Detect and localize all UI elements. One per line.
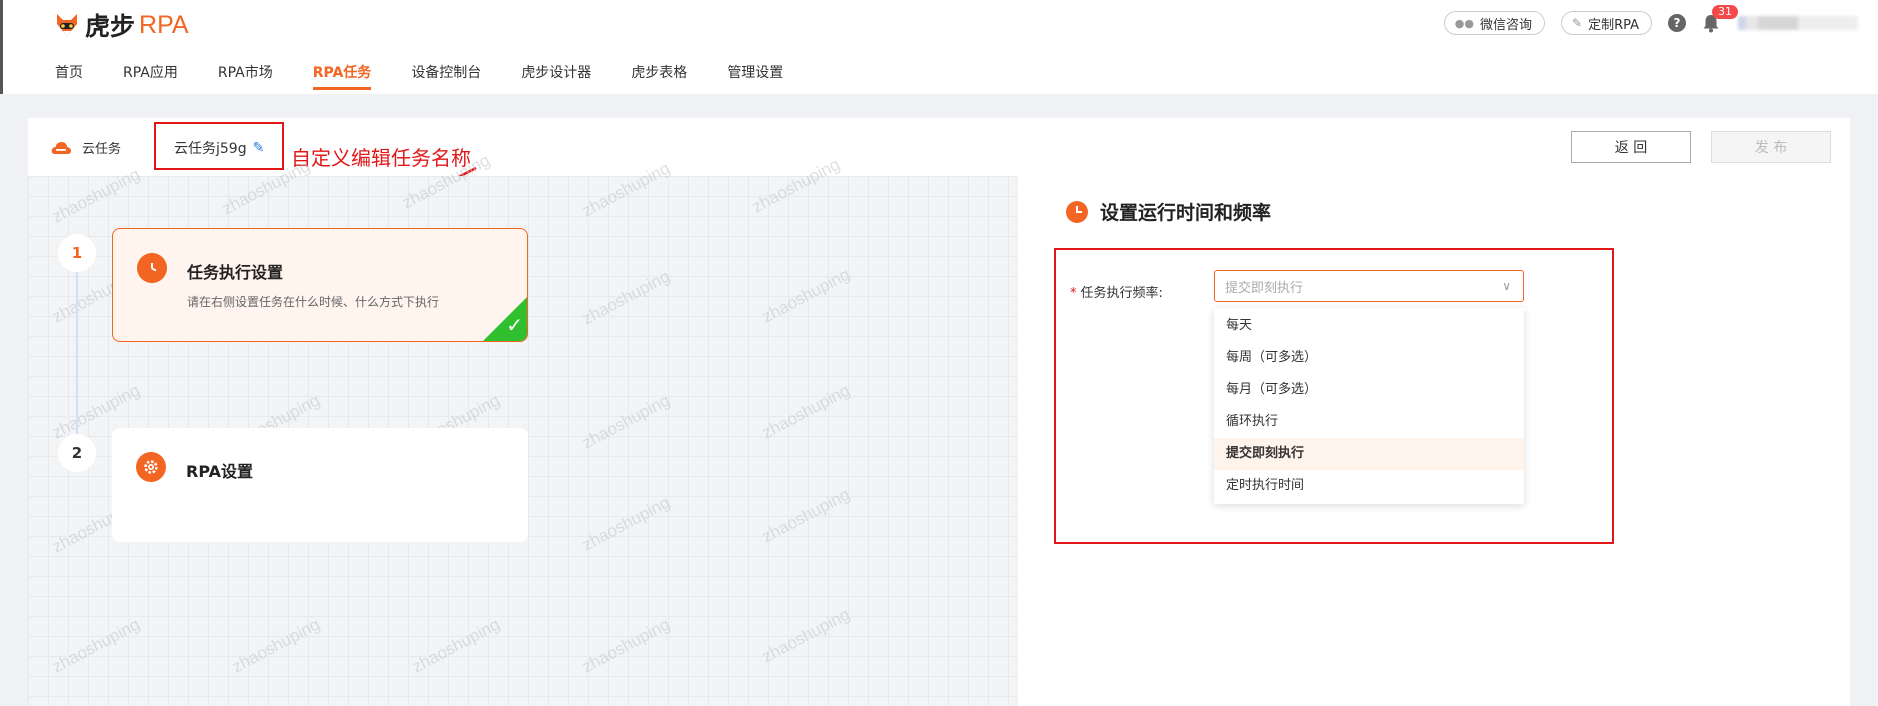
top-right-actions: ●● 微信咨询 ✎ 定制RPA ? 31 — [1443, 5, 1858, 36]
step-title: RPA设置 — [186, 462, 253, 481]
watermark-text: zhaoshuping — [48, 614, 144, 677]
app-logo[interactable]: 虎步 RPA — [53, 8, 189, 42]
frequency-select[interactable]: 提交即刻执行 ∨ — [1214, 270, 1524, 302]
nav-item-spreadsheet[interactable]: 虎步表格 — [631, 58, 687, 92]
checkmark-icon: ✓ — [506, 313, 523, 337]
publish-button[interactable]: 发 布 — [1711, 131, 1831, 163]
step-card-task-execution[interactable]: 任务执行设置 请在右侧设置任务在什么时候、什么方式下执行 ✓ — [112, 228, 528, 342]
nav-item-designer[interactable]: 虎步设计器 — [521, 58, 591, 92]
workflow-canvas: zhaoshuping zhaoshuping zhaoshuping zhao… — [28, 151, 1018, 706]
watermark-text: zhaoshuping — [578, 390, 674, 453]
step-description: 请在右侧设置任务在什么时候、什么方式下执行 — [187, 295, 440, 309]
frequency-select-placeholder: 提交即刻执行 — [1225, 280, 1304, 296]
nav-item-rpa-market[interactable]: RPA市场 — [218, 58, 273, 92]
return-button[interactable]: 返 回 — [1571, 131, 1691, 163]
clock-icon — [137, 253, 167, 283]
logo-text-en: RPA — [139, 10, 189, 39]
frequency-label: * 任务执行频率: — [1070, 282, 1163, 301]
top-bar: 虎步 RPA 首页 RPA应用 RPA市场 RPA任务 设备控制台 虎步设计器 … — [0, 0, 1878, 94]
notification-badge: 31 — [1712, 5, 1738, 19]
required-mark: * — [1070, 286, 1077, 301]
wechat-icon: ●● — [1454, 16, 1474, 30]
chevron-down-icon: ∨ — [1502, 279, 1511, 293]
settings-panel: 设置运行时间和频率 * 任务执行频率: 提交即刻执行 ∨ 每天 每周（可多选） 每… — [1018, 176, 1850, 706]
step-card-rpa-settings[interactable]: RPA设置 — [112, 428, 528, 542]
watermark-text: zhaoshuping — [408, 614, 504, 677]
logo-text-cn: 虎步 — [85, 12, 136, 41]
clock-icon — [1066, 200, 1088, 223]
nav-item-device-console[interactable]: 设备控制台 — [411, 58, 481, 92]
panel-title-text: 设置运行时间和频率 — [1100, 202, 1272, 224]
watermark-text: zhaoshuping — [758, 484, 854, 547]
option-monthly[interactable]: 每月（可多选） — [1214, 374, 1524, 406]
watermark-text: zhaoshuping — [228, 614, 324, 677]
frequency-label-text: 任务执行频率: — [1080, 286, 1163, 301]
option-weekly[interactable]: 每周（可多选） — [1214, 342, 1524, 374]
step-number-1: 1 — [58, 234, 96, 272]
watermark-text: zhaoshuping — [758, 380, 854, 443]
notification-bell-button[interactable]: 31 — [1702, 5, 1738, 33]
watermark-text: zhaoshuping — [758, 604, 854, 667]
option-immediate[interactable]: 提交即刻执行 — [1214, 438, 1524, 470]
option-daily[interactable]: 每天 — [1214, 310, 1524, 342]
nav-item-home[interactable]: 首页 — [55, 58, 83, 92]
frequency-dropdown: 每天 每周（可多选） 每月（可多选） 循环执行 提交即刻执行 定时执行时间 — [1214, 308, 1524, 504]
custom-rpa-button[interactable]: ✎ 定制RPA — [1561, 11, 1652, 35]
nav-item-rpa-tasks[interactable]: RPA任务 — [312, 58, 371, 92]
option-loop[interactable]: 循环执行 — [1214, 406, 1524, 438]
watermark-text: zhaoshuping — [758, 264, 854, 327]
step-title: 任务执行设置 — [187, 263, 284, 282]
watermark-text: zhaoshuping — [578, 614, 674, 677]
step-number-2: 2 — [58, 434, 96, 472]
wechat-consult-label: 微信咨询 — [1479, 17, 1532, 33]
edit-doc-icon: ✎ — [1572, 16, 1583, 30]
wechat-consult-button[interactable]: ●● 微信咨询 — [1443, 11, 1545, 35]
watermark-text: zhaoshuping — [578, 492, 674, 555]
tiger-logo-icon — [53, 10, 81, 40]
nav-item-rpa-apps[interactable]: RPA应用 — [123, 58, 178, 92]
user-profile-blurred[interactable] — [1738, 16, 1858, 30]
custom-rpa-label: 定制RPA — [1588, 17, 1639, 33]
nav-item-admin-settings[interactable]: 管理设置 — [727, 58, 783, 92]
panel-title: 设置运行时间和频率 — [1066, 198, 1271, 225]
gear-icon — [136, 452, 166, 482]
option-scheduled[interactable]: 定时执行时间 — [1214, 470, 1524, 502]
step-connector-line — [76, 272, 78, 448]
help-icon[interactable]: ? — [1668, 14, 1686, 32]
main-area: 云任务 云任务j59g ✎ 自定义编辑任务名称 返 回 发 布 zhaoshup… — [28, 118, 1878, 706]
main-nav: 首页 RPA应用 RPA市场 RPA任务 设备控制台 虎步设计器 虎步表格 管理… — [55, 58, 823, 92]
watermark-text: zhaoshuping — [578, 266, 674, 329]
